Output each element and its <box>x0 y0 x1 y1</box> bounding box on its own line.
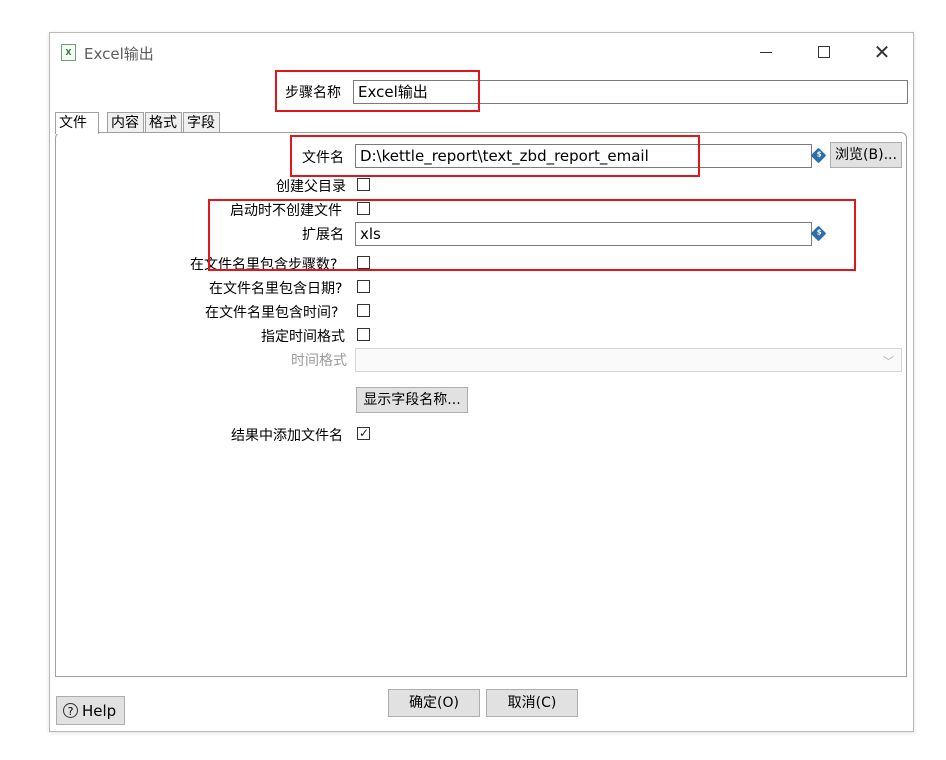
create-parent-folder-label: 创建父目录 <box>276 179 346 195</box>
time-format-label: 时间格式 <box>291 353 347 369</box>
help-icon: ? <box>63 703 78 718</box>
no-create-at-start-label: 启动时不创建文件 <box>230 203 342 219</box>
include-stepnr-label: 在文件名里包含步骤数? <box>190 257 338 273</box>
tab-content[interactable]: 内容 <box>107 112 144 133</box>
no-create-at-start-checkbox[interactable] <box>357 202 370 215</box>
filename-input[interactable]: D:\kettle_report\text_zbd_report_email <box>355 144 812 168</box>
maximize-button[interactable] <box>802 39 846 65</box>
include-date-label: 在文件名里包含日期? <box>209 281 343 297</box>
tab-panel-file <box>55 132 907 677</box>
minimize-icon <box>760 51 772 53</box>
add-filename-to-result-checkbox[interactable]: ✓ <box>357 426 370 440</box>
extension-input[interactable]: xls <box>355 222 812 246</box>
minimize-button[interactable] <box>744 39 788 65</box>
include-date-checkbox[interactable] <box>357 280 370 293</box>
tab-file[interactable]: 文件 <box>55 112 99 134</box>
add-filename-to-result-label: 结果中添加文件名 <box>231 428 343 444</box>
include-time-label: 在文件名里包含时间? <box>205 305 339 321</box>
tab-format[interactable]: 格式 <box>145 112 182 133</box>
checkmark-icon: ✓ <box>359 426 370 440</box>
specify-time-format-checkbox[interactable] <box>357 328 370 341</box>
close-icon: ✕ <box>873 40 891 64</box>
include-time-checkbox[interactable] <box>357 304 370 317</box>
time-format-select[interactable] <box>355 348 902 372</box>
filename-label: 文件名 <box>302 150 344 166</box>
cancel-button[interactable]: 取消(C) <box>486 689 578 717</box>
close-button[interactable]: ✕ <box>860 39 904 65</box>
chevron-down-icon: ﹀ <box>883 355 894 368</box>
extension-label: 扩展名 <box>302 227 344 243</box>
specify-time-format-label: 指定时间格式 <box>261 329 345 345</box>
step-name-input[interactable]: Excel输出 <box>353 80 908 104</box>
title-bar[interactable]: X Excel输出 ✕ <box>50 33 913 71</box>
step-name-label: 步骤名称 <box>285 85 341 101</box>
excel-file-icon: X <box>61 44 76 61</box>
create-parent-folder-checkbox[interactable] <box>357 178 370 191</box>
help-button[interactable]: ? Help <box>56 696 125 725</box>
include-stepnr-checkbox[interactable] <box>357 256 370 269</box>
window-title: Excel输出 <box>84 45 154 63</box>
maximize-icon <box>818 46 830 58</box>
show-field-names-button[interactable]: 显示字段名称... <box>356 387 468 413</box>
help-label: Help <box>82 701 117 720</box>
tab-fields[interactable]: 字段 <box>183 112 220 133</box>
ok-button[interactable]: 确定(O) <box>388 689 480 717</box>
browse-button[interactable]: 浏览(B)... <box>830 142 902 168</box>
excel-output-dialog: X Excel输出 ✕ 步骤名称 Excel输出 文件 内容 格式 字段 文件名… <box>49 32 914 732</box>
